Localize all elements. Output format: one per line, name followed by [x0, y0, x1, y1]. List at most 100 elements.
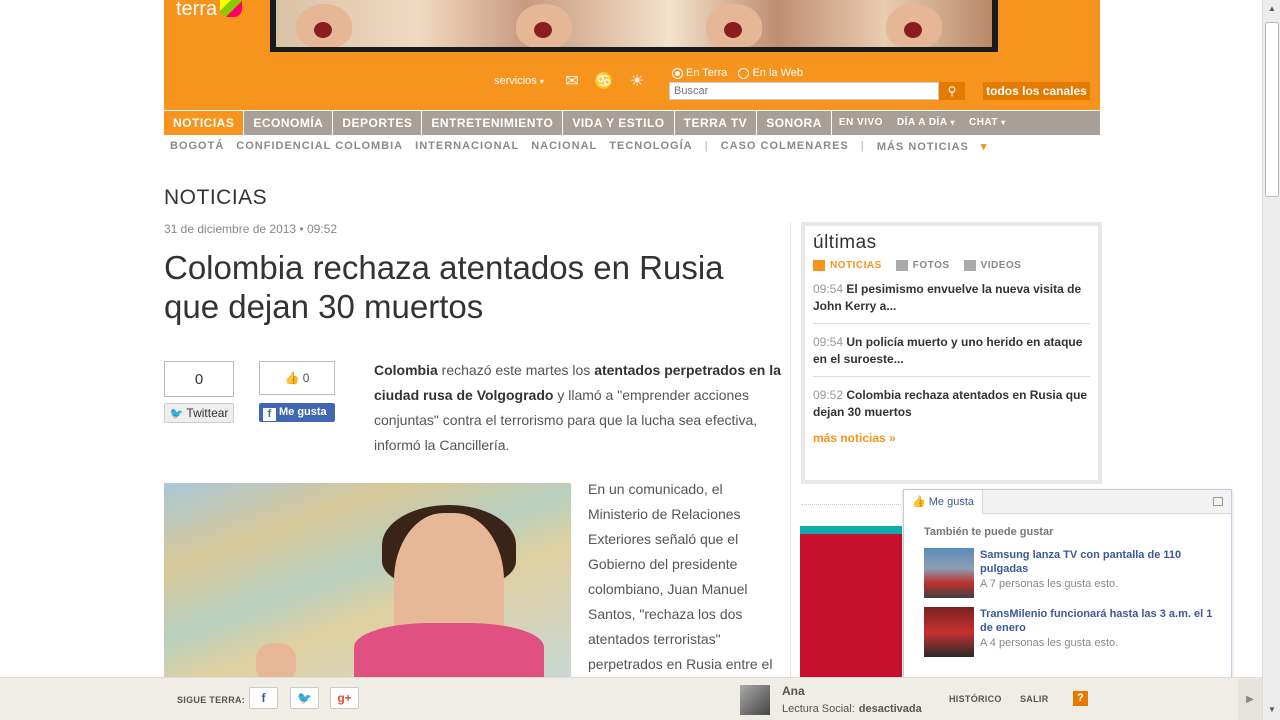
search-button[interactable]: ⚲ [939, 82, 965, 100]
subnav-item-tecnologia[interactable]: TECNOLOGÍA [609, 140, 692, 153]
recommendation-title[interactable]: Samsung lanza TV con pantalla de 110 pul… [980, 548, 1224, 576]
tweet-button[interactable]: 🐦 Twittear [164, 403, 234, 423]
terra-logo[interactable]: terra [176, 0, 243, 21]
subnav-label: MÁS NOTICIAS [876, 141, 969, 153]
nav-item-sonora[interactable]: SONORA [757, 111, 832, 135]
recommendation-thumbnail [924, 607, 974, 657]
lead-bold: Colombia [374, 362, 438, 378]
todos-los-canales-button[interactable]: todos los canales [983, 82, 1090, 100]
nav-item-economia[interactable]: ECONOMÍA [244, 111, 334, 135]
radio-unselected-icon [738, 67, 750, 79]
googleplus-icon: g+ [337, 691, 352, 705]
subnav-item-bogota[interactable]: BOGOTÁ [170, 140, 224, 153]
nav-item-noticias[interactable]: NOTICIAS [164, 111, 245, 135]
nav-item-terra-tv[interactable]: TERRA TV [675, 111, 758, 135]
nav-item-vida-y-estilo[interactable]: VIDA Y ESTILO [563, 111, 675, 135]
historico-link[interactable]: HISTÓRICO [949, 694, 1002, 704]
like-count: 👍 0 [259, 361, 335, 395]
sub-nav: BOGOTÁ CONFIDENCIAL COLOMBIA INTERNACION… [170, 140, 1011, 153]
recommendation-text: Samsung lanza TV con pantalla de 110 pul… [980, 548, 1224, 598]
user-name[interactable]: Ana [782, 684, 805, 698]
popup-like-button[interactable]: 👍 Me gusta [904, 490, 984, 514]
mas-noticias-link[interactable]: más noticias » [813, 431, 1090, 445]
tab-videos[interactable]: VIDEOS [963, 260, 1022, 271]
ultimas-tabs: NOTICIAS FOTOS VIDEOS [813, 260, 1090, 271]
news-time: 09:54 [813, 282, 844, 296]
popup-heading: También te puede gustar [924, 526, 1054, 538]
nav-item-en-vivo[interactable]: EN VIVO [832, 111, 890, 135]
tab-fotos[interactable]: FOTOS [895, 260, 950, 271]
nav-item-deportes[interactable]: DEPORTES [333, 111, 423, 135]
salir-link[interactable]: SALIR [1020, 694, 1049, 704]
banner-image [276, 0, 992, 47]
search-scope: En Terra En la Web [672, 67, 811, 82]
article-headline: Colombia rechaza atentados en Rusia que … [164, 249, 724, 325]
subnav-item-internacional[interactable]: INTERNACIONAL [415, 140, 519, 153]
subnav-divider: | [704, 140, 709, 152]
ultimas-title: últimas [813, 232, 877, 253]
news-item[interactable]: 09:54 Un policía muerto y uno herido en … [813, 324, 1090, 377]
article-lead: Colombia rechazó este martes los atentad… [374, 358, 784, 458]
tab-noticias[interactable]: NOTICIAS [813, 260, 882, 271]
subnav-item-confidencial[interactable]: CONFIDENCIAL COLOMBIA [236, 140, 403, 153]
vertical-scrollbar[interactable]: ▲ ▼ [1262, 0, 1280, 720]
news-item[interactable]: 09:52 Colombia rechaza atentados en Rusi… [813, 377, 1090, 429]
nav-item-chat[interactable]: CHAT ▾ [962, 111, 1013, 135]
recommendation-text: TransMilenio funcionará hasta las 3 a.m.… [980, 607, 1224, 657]
recommendation-item[interactable]: Samsung lanza TV con pantalla de 110 pul… [924, 548, 1224, 598]
avatar[interactable] [740, 685, 770, 715]
banner-face [296, 4, 352, 47]
sigue-terra-label: SIGUE TERRA: [177, 695, 246, 705]
subnav-item-mas-noticias[interactable]: MÁS NOTICIAS ▾ [877, 140, 1000, 153]
servicios-menu[interactable]: servicios ▾ [494, 75, 544, 87]
weather-icon[interactable]: ☀ [626, 72, 648, 92]
facebook-like-button[interactable]: f Me gusta [259, 403, 335, 422]
horoscope-icon[interactable]: ♋ [593, 72, 615, 92]
news-time: 09:52 [813, 388, 844, 402]
logo-badge-icon [220, 0, 243, 17]
lectura-label: Lectura Social: [782, 703, 855, 715]
scroll-down-icon[interactable]: ▼ [1265, 703, 1279, 717]
banner-face [516, 4, 572, 47]
camera-icon [895, 260, 908, 271]
lectura-value: desactivada [858, 703, 922, 715]
radio-label: En la Web [752, 67, 803, 79]
ad-banner[interactable] [270, 0, 998, 52]
article-photo[interactable] [164, 483, 571, 683]
twitter-bird-icon: 🐦 [297, 691, 312, 705]
scrollbar-thumb[interactable] [1265, 22, 1279, 197]
section-title: NOTICIAS [164, 186, 268, 209]
logo-text: terra [176, 0, 218, 20]
tab-label: FOTOS [912, 260, 950, 271]
subnav-item-caso-colmenares[interactable]: CASO COLMENARES [721, 140, 849, 153]
radio-en-terra[interactable]: En Terra [672, 67, 727, 79]
recommendation-item[interactable]: TransMilenio funcionará hasta las 3 a.m.… [924, 607, 1224, 657]
social-reading-status[interactable]: Lectura Social: desactivada [782, 703, 922, 715]
twitter-bird-icon: 🐦 [169, 408, 184, 420]
recommendation-title[interactable]: TransMilenio funcionará hasta las 3 a.m.… [980, 607, 1224, 635]
chevron-right-icon[interactable]: ▶ [1238, 679, 1262, 720]
nav-item-entretenimiento[interactable]: ENTRETENIMIENTO [422, 111, 564, 135]
mail-icon[interactable]: ✉ [561, 72, 583, 92]
subnav-item-nacional[interactable]: NACIONAL [531, 140, 597, 153]
recommendation-likes: A 7 personas les gusta esto. [980, 578, 1119, 590]
chevron-down-icon: ▾ [980, 141, 988, 153]
search-input[interactable] [669, 82, 939, 100]
radio-en-la-web[interactable]: En la Web [738, 67, 803, 79]
page: terra servicios ▾ ✉ ♋ ☀ En Terra En la W… [0, 0, 1280, 720]
news-item[interactable]: 09:54 El pesimismo envuelve la nueva vis… [813, 271, 1090, 324]
twitter-share-button[interactable]: 🐦 [290, 687, 319, 709]
scroll-up-icon[interactable]: ▲ [1265, 2, 1279, 16]
minimize-icon[interactable] [1213, 497, 1223, 506]
news-text: Colombia rechaza atentados en Rusia que … [813, 388, 1088, 419]
news-time: 09:54 [813, 335, 844, 349]
news-text: El pesimismo envuelve la nueva visita de… [813, 282, 1082, 313]
recommendation-likes: A 4 personas les gusta esto. [980, 637, 1119, 649]
sidebar-ad[interactable] [800, 526, 902, 681]
facebook-share-button[interactable]: f [249, 687, 278, 709]
help-icon[interactable]: ? [1073, 691, 1088, 706]
googleplus-share-button[interactable]: g+ [330, 687, 359, 709]
main-nav: NOTICIAS ECONOMÍA DEPORTES ENTRETENIMIEN… [164, 111, 1100, 135]
thumbs-up-icon: 👍 [912, 496, 926, 508]
nav-item-dia-a-dia[interactable]: DÍA A DÍA ▾ [890, 111, 962, 135]
